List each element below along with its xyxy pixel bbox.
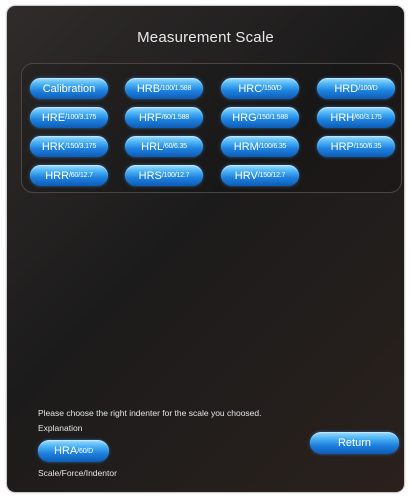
scale-parameters: /100/D [358, 85, 378, 92]
scale-button-hrk[interactable]: HRK/150/3.175 [30, 136, 108, 157]
scale-name: HRK [41, 140, 66, 153]
scale-name: HRS [138, 169, 162, 182]
scale-parameters: /100/1.588 [160, 85, 192, 92]
scale-name: HRE [41, 111, 66, 124]
scale-parameters: /150/6.35 [353, 143, 382, 150]
return-button-label: Return [337, 437, 372, 449]
measurement-scale-screen: Measurement Scale Calibration HRB/100/1.… [7, 6, 404, 492]
scale-parameters: /100/6.35 [258, 143, 287, 150]
scale-name: HRP [330, 140, 354, 153]
scale-button-hre[interactable]: HRE/100/3.175 [30, 107, 108, 128]
scale-button-hrl[interactable]: HRL/60/6.35 [125, 136, 203, 157]
scale-name: HRV [234, 169, 258, 182]
scale-name: HRR [45, 169, 70, 182]
scale-parameters: /60/6.35 [163, 143, 187, 150]
scale-button-hrg[interactable]: HRG/150/1.588 [221, 107, 299, 128]
scale-parameters: /150/12.7 [257, 172, 286, 179]
scale-button-hrr[interactable]: HRR/60/12.7 [30, 165, 108, 186]
scale-name: HRC [238, 82, 263, 95]
scale-button-hrp[interactable]: HRP/150/6.35 [317, 136, 395, 157]
scale-button-hrm[interactable]: HRM/100/6.35 [221, 136, 299, 157]
sample-scale-parameters: /60/D [77, 447, 93, 455]
scale-parameters: /150/D [262, 85, 282, 92]
scale-name: HRB [136, 82, 161, 95]
scale-button-hrf[interactable]: HRF/60/1.588 [125, 107, 203, 128]
scale-name: HRF [138, 111, 162, 124]
scale-parameters: /150/1.588 [256, 114, 288, 121]
scale-parameters: /60/1.588 [161, 114, 190, 121]
scale-name: HRM [233, 140, 259, 153]
scale-format-hint: Scale/Force/Indentor [38, 468, 117, 478]
explanation-label: Explanation [38, 423, 83, 433]
scale-name: HRG [232, 111, 257, 124]
scale-parameters: /100/3.175 [65, 114, 97, 121]
scale-name: HRH [330, 111, 355, 124]
scale-parameters: /150/3.175 [65, 143, 97, 150]
scale-name: HRL [141, 140, 164, 153]
scale-button-hrc[interactable]: HRC/150/D [221, 78, 299, 99]
scale-parameters: /60/12.7 [69, 172, 93, 179]
scale-parameters: /60/3.175 [354, 114, 382, 121]
page-title: Measurement Scale [137, 29, 274, 46]
sample-scale-name: HRA [54, 445, 78, 457]
scale-button-hrd[interactable]: HRD/100/D [317, 78, 395, 99]
sample-scale-badge: HRA/60/D [38, 440, 109, 462]
scale-button-hrv[interactable]: HRV/150/12.7 [221, 165, 299, 186]
scale-button-hrs[interactable]: HRS/100/12.7 [125, 165, 203, 186]
return-button[interactable]: Return [310, 432, 399, 454]
scale-button-hrb[interactable]: HRB/100/1.588 [125, 78, 203, 99]
scale-button-label: Calibration [42, 82, 96, 95]
instruction-text: Please choose the right indenter for the… [38, 408, 262, 418]
scale-name: HRD [334, 82, 359, 95]
scale-parameters: /100/12.7 [161, 172, 190, 179]
calibration-button[interactable]: Calibration [30, 78, 108, 99]
scale-button-hrh[interactable]: HRH/60/3.175 [317, 107, 395, 128]
